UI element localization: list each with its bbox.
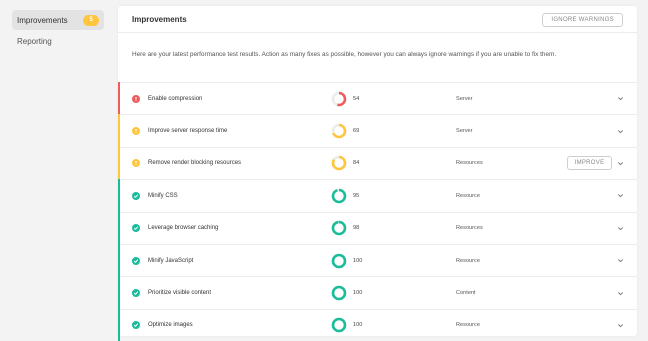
check-icon <box>132 224 140 233</box>
score-gauge-fill <box>331 188 347 204</box>
check-icon <box>132 191 140 200</box>
score-gauge <box>331 156 347 171</box>
result-title: Leverage browser caching <box>148 225 219 232</box>
score-gauge <box>331 220 347 236</box>
result-type: Resources <box>456 225 483 232</box>
card-title: Improvements <box>132 15 187 24</box>
result-title: Minify CSS <box>148 192 178 199</box>
check-icon <box>132 256 140 265</box>
chevron-down-icon[interactable] <box>617 225 624 232</box>
score-gauge-fill <box>331 318 347 333</box>
result-row[interactable]: Remove render blocking resources 84 Resour… <box>118 146 637 180</box>
improvements-card: Improvements IGNORE WARNINGS Here are yo… <box>118 6 637 341</box>
sidebar-item-improvements[interactable]: Improvements 5 <box>12 10 104 30</box>
result-title: Prioritize visible content <box>148 290 212 297</box>
chevron-down-icon[interactable] <box>617 128 624 135</box>
score-value: 100 <box>353 290 363 297</box>
result-title: Enable compression <box>148 95 203 102</box>
result-row[interactable]: Improve server response time 69 Server <box>118 114 637 147</box>
status-bar <box>118 114 120 147</box>
status-bar <box>118 243 120 277</box>
chevron-down-icon[interactable] <box>617 192 624 199</box>
status-bar <box>118 211 120 244</box>
status-bar <box>118 308 120 341</box>
result-row[interactable]: Leverage browser caching 98 Resources <box>118 211 637 244</box>
result-type: Server <box>456 128 473 135</box>
status-bar <box>118 146 120 180</box>
score-gauge <box>331 285 347 301</box>
status-bar <box>118 82 120 115</box>
chevron-down-icon[interactable] <box>617 160 624 167</box>
intro-text: Here are your latest performance test re… <box>132 50 557 58</box>
score-value: 95 <box>353 192 360 199</box>
warning-icon <box>132 127 140 136</box>
score-gauge <box>331 318 347 333</box>
sidebar-item-label: Improvements <box>17 15 68 25</box>
result-title: Remove render blocking resources <box>148 160 242 167</box>
status-bar <box>118 179 120 212</box>
check-icon <box>132 321 140 330</box>
score-value: 54 <box>353 95 360 102</box>
score-value: 98 <box>353 225 360 232</box>
improvements-count-badge: 5 <box>83 14 99 26</box>
result-type: Resource <box>456 257 480 264</box>
result-type: Resources <box>456 160 483 167</box>
result-row[interactable]: Minify JavaScript 100 Resource <box>118 243 637 277</box>
improve-button[interactable]: IMPROVE <box>567 156 612 171</box>
score-value: 84 <box>353 160 360 167</box>
score-gauge <box>331 253 347 268</box>
score-gauge-fill <box>331 220 347 236</box>
score-gauge-fill <box>331 253 347 268</box>
result-title: Improve server response time <box>148 128 228 135</box>
chevron-down-icon[interactable] <box>617 290 624 297</box>
sidebar-item-reporting[interactable]: Reporting <box>12 31 104 51</box>
result-title: Minify JavaScript <box>148 257 194 264</box>
card-header: Improvements IGNORE WARNINGS <box>118 7 637 33</box>
score-gauge <box>331 123 347 139</box>
result-type: Server <box>456 95 473 102</box>
sidebar: Improvements 5 Reporting <box>12 10 104 52</box>
score-value: 100 <box>353 257 363 264</box>
result-row[interactable]: Prioritize visible content 100 Content <box>118 276 637 309</box>
result-row[interactable]: Optimize images 100 Resource <box>118 308 637 341</box>
score-gauge-fill <box>331 285 347 301</box>
score-value: 69 <box>353 128 360 135</box>
result-type: Content <box>456 290 476 297</box>
score-gauge <box>331 91 347 106</box>
result-type: Resource <box>456 192 480 199</box>
result-row[interactable]: Enable compression 54 Server <box>118 82 637 115</box>
error-icon <box>132 94 140 103</box>
sidebar-item-label: Reporting <box>17 36 52 46</box>
chevron-down-icon[interactable] <box>617 95 624 102</box>
results-list: Enable compression 54 Server Improve server… <box>118 82 637 341</box>
status-bar <box>118 276 120 309</box>
ignore-warnings-button[interactable]: IGNORE WARNINGS <box>542 12 623 27</box>
warning-icon <box>132 159 140 168</box>
check-icon <box>132 289 140 298</box>
result-row[interactable]: Minify CSS 95 Resource <box>118 179 637 212</box>
chevron-down-icon[interactable] <box>617 257 624 264</box>
score-gauge <box>331 188 347 204</box>
